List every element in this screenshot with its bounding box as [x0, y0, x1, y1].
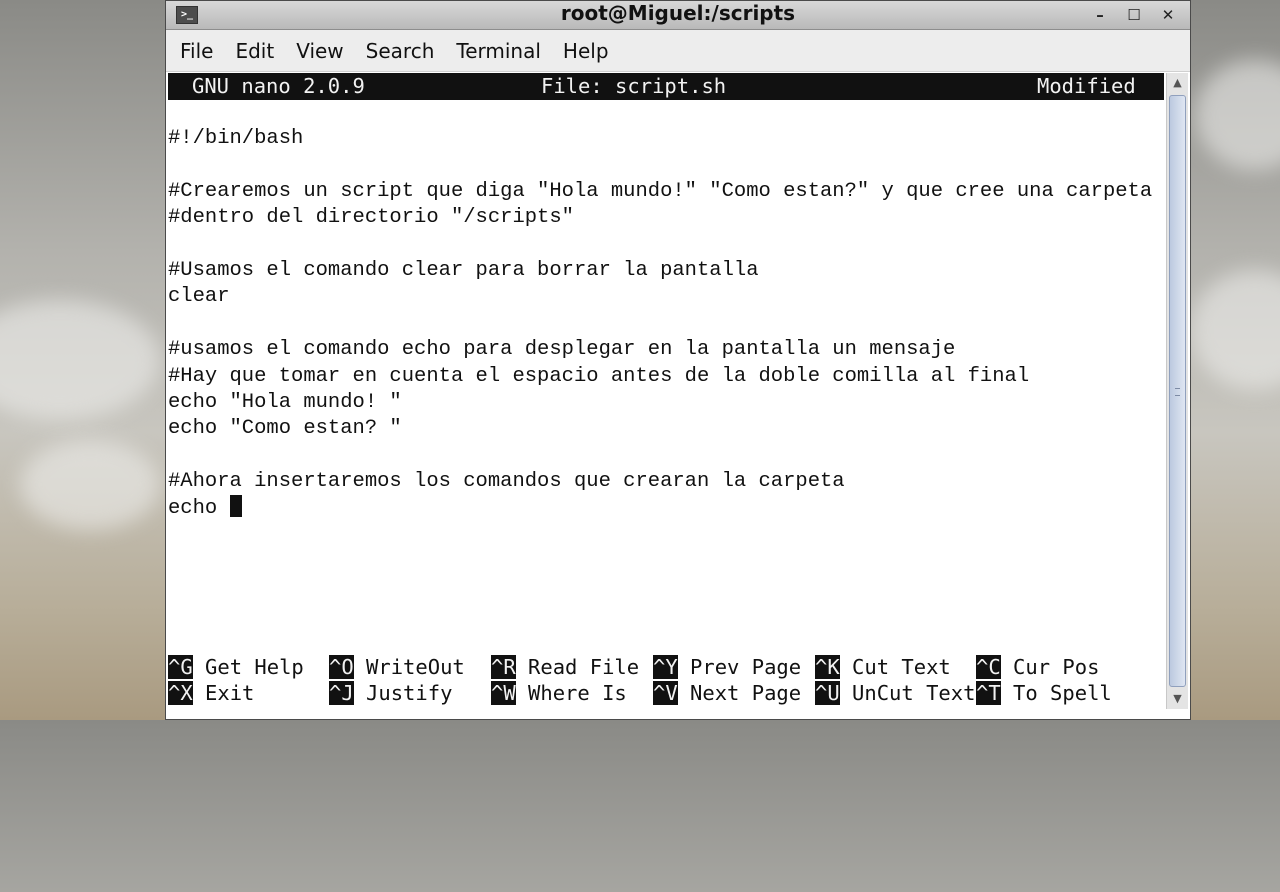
scroll-down-icon[interactable]: ▼ — [1167, 689, 1188, 709]
vertical-scrollbar[interactable]: ▲ ▼ — [1166, 73, 1188, 709]
shortcut-row: ^X Exit ^J Justify ^W Where Is ^V Next P… — [168, 680, 1164, 706]
shortcut-label: WriteOut — [366, 655, 465, 679]
shortcut-next-page[interactable]: ^V Next Page — [653, 680, 801, 706]
code-line: clear — [168, 285, 230, 309]
shortcut-key: ^Y — [653, 655, 678, 679]
code-line: #Crearemos un script que diga "Hola mund… — [168, 179, 1153, 203]
shortcut-get-help[interactable]: ^G Get Help — [168, 654, 304, 680]
shortcut-cur-pos[interactable]: ^C Cur Pos — [976, 654, 1099, 680]
shortcut-writeout[interactable]: ^O WriteOut — [329, 654, 465, 680]
code-line: echo "Hola mundo! " — [168, 390, 402, 414]
shortcut-label: Where Is — [528, 681, 627, 706]
shortcut-key: ^T — [976, 681, 1001, 706]
desktop-cloud — [1195, 60, 1280, 170]
shortcut-prev-page[interactable]: ^Y Prev Page — [653, 654, 801, 680]
shortcut-key: ^W — [491, 681, 516, 706]
code-line: #Ahora insertaremos los comandos que cre… — [168, 470, 845, 494]
shortcut-to-spell[interactable]: ^T To Spell — [976, 680, 1112, 706]
shortcut-uncut-text[interactable]: ^U UnCut Text — [815, 680, 975, 706]
shortcut-key: ^X — [168, 681, 193, 706]
shortcut-label: Cur Pos — [1013, 655, 1100, 679]
desktop-cloud — [0, 300, 160, 420]
shortcut-where-is[interactable]: ^W Where Is — [491, 680, 627, 706]
shortcut-key: ^V — [653, 681, 678, 706]
shortcut-key: ^R — [491, 655, 516, 679]
shortcut-exit[interactable]: ^X Exit — [168, 680, 254, 706]
editor-buffer[interactable]: #!/bin/bash #Crearemos un script que diga… — [168, 126, 1164, 522]
shortcut-cut-text[interactable]: ^K Cut Text — [815, 654, 951, 680]
nano-status: Modified — [1037, 74, 1136, 98]
nano-header: GNU nano 2.0.9 File: script.sh Modified — [168, 73, 1164, 100]
menu-edit[interactable]: Edit — [235, 39, 274, 63]
shortcut-label: Exit — [205, 681, 255, 706]
shortcut-label: Get Help — [205, 655, 304, 679]
window-title: root@Miguel:/scripts — [560, 1, 796, 25]
code-line: echo — [168, 497, 230, 521]
shortcut-key: ^U — [815, 681, 840, 706]
nano-version: GNU nano 2.0.9 — [192, 74, 365, 98]
shortcut-key: ^J — [329, 681, 354, 706]
grip-icon — [1175, 388, 1180, 396]
shortcut-label: Prev Page — [690, 655, 802, 679]
menu-search[interactable]: Search — [366, 39, 435, 63]
menu-help[interactable]: Help — [563, 39, 609, 63]
nano-filename: File: script.sh — [541, 74, 727, 98]
terminal-window: >_ root@Miguel:/scripts – ☐ ✕ File Edit … — [165, 0, 1191, 720]
shortcut-label: Read File — [528, 655, 640, 679]
menu-terminal[interactable]: Terminal — [456, 39, 541, 63]
shortcut-label: Next Page — [690, 681, 802, 706]
window-controls: – ☐ ✕ — [1088, 1, 1180, 29]
shortcut-justify[interactable]: ^J Justify — [329, 680, 452, 706]
scroll-up-icon[interactable]: ▲ — [1167, 73, 1188, 93]
menu-bar: File Edit View Search Terminal Help — [166, 30, 1190, 72]
code-line: #!/bin/bash — [168, 127, 304, 150]
shortcut-label: UnCut Text — [852, 681, 976, 706]
terminal-area[interactable]: GNU nano 2.0.9 File: script.sh Modified … — [168, 73, 1166, 709]
code-line-cursor: echo — [168, 495, 1164, 521]
desktop-cloud — [20, 440, 160, 530]
close-button[interactable]: ✕ — [1156, 4, 1180, 26]
desktop-cloud — [1190, 270, 1280, 390]
minimize-button[interactable]: – — [1088, 4, 1112, 26]
shortcut-key: ^C — [976, 655, 1001, 679]
shortcut-key: ^O — [329, 655, 354, 679]
shortcut-label: To Spell — [1013, 681, 1112, 706]
shortcut-row: ^G Get Help ^O WriteOut ^R Read File ^Y … — [168, 654, 1164, 680]
text-cursor — [229, 495, 242, 518]
title-bar[interactable]: >_ root@Miguel:/scripts – ☐ ✕ — [166, 1, 1190, 30]
shortcut-key: ^G — [168, 655, 193, 679]
code-line: #dentro del directorio "/scripts" — [168, 206, 574, 230]
shortcut-key: ^K — [815, 655, 840, 679]
nano-shortcuts: ^G Get Help ^O WriteOut ^R Read File ^Y … — [168, 654, 1164, 707]
scrollbar-thumb[interactable] — [1169, 95, 1186, 687]
code-line: #usamos el comando echo para desplegar e… — [168, 338, 956, 362]
shortcut-read-file[interactable]: ^R Read File — [491, 654, 639, 680]
code-line: #Usamos el comando clear para borrar la … — [168, 258, 759, 282]
shortcut-label: Justify — [366, 681, 453, 706]
menu-file[interactable]: File — [180, 39, 213, 63]
shortcut-label: Cut Text — [852, 655, 951, 679]
menu-view[interactable]: View — [296, 39, 343, 63]
code-line: echo "Como estan? " — [168, 417, 402, 441]
code-line: #Hay que tomar en cuenta el espacio ante… — [168, 364, 1030, 388]
maximize-button[interactable]: ☐ — [1122, 4, 1146, 26]
